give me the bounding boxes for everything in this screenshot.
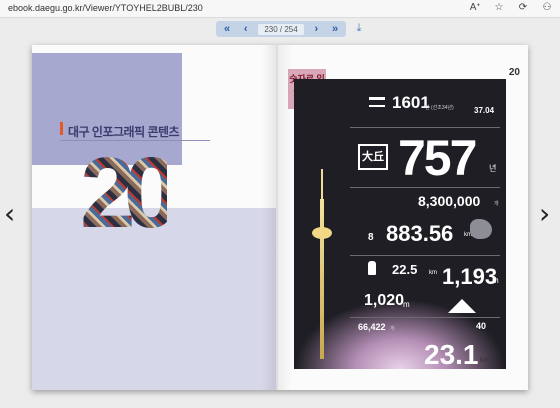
stat-temp: 37.04 xyxy=(474,106,495,115)
browser-extension-icon[interactable]: ⟳ xyxy=(516,2,530,13)
divider xyxy=(350,187,500,188)
divider xyxy=(350,127,500,128)
last-page-button[interactable]: » xyxy=(329,22,341,36)
stat-altitude-unit: m xyxy=(403,300,410,309)
tower-illustration xyxy=(312,169,332,359)
stat-distance: 23.1 xyxy=(424,339,479,369)
photo-collage-number: 20 xyxy=(80,137,179,249)
tower-observatory xyxy=(312,227,332,239)
stat-visitors: 8,300,000 xyxy=(418,193,481,209)
hanok-icon xyxy=(369,97,385,107)
stat-count40: 40 xyxy=(476,321,487,331)
stat-count-66422: 66,422 xyxy=(358,322,386,332)
stat-count-66422-unit: 개 xyxy=(390,326,395,332)
download-icon[interactable]: ⤓ xyxy=(353,22,365,36)
next-page-button[interactable]: › xyxy=(310,22,322,36)
side-prev-arrow[interactable]: ‹ xyxy=(4,200,15,228)
prev-page-button[interactable]: ‹ xyxy=(240,22,252,36)
favorite-star-icon[interactable]: ☆ xyxy=(492,2,506,13)
browser-toolbar: ebook.daegu.go.kr/Viewer/YTOYHEL2BUBL/23… xyxy=(0,0,560,18)
stat-area: 883.56 xyxy=(386,221,454,246)
title-accent-bar xyxy=(60,122,63,135)
first-page-button[interactable]: « xyxy=(221,22,233,36)
stat-height-unit: m xyxy=(492,276,499,285)
daegu-stamp-icon: 大丘 xyxy=(358,144,388,170)
mountain-icon xyxy=(448,299,476,313)
stat-founding: 757 xyxy=(398,130,477,186)
stat-founding-unit: 년 xyxy=(489,164,497,173)
divider xyxy=(350,255,500,256)
divider xyxy=(350,317,500,318)
viewer-navigation: « ‹ 230 / 254 › » xyxy=(216,21,346,37)
corner-page-number: 20 xyxy=(508,67,520,78)
reader-mode-icon[interactable]: Aᐩ xyxy=(468,2,482,13)
stat-altitude: 1,020 xyxy=(364,292,405,309)
lantern-icon xyxy=(368,261,376,275)
daegu-map-icon xyxy=(470,219,492,239)
stat-height: 1,193 xyxy=(442,264,498,289)
browser-actions: Aᐩ ☆ ⟳ ⚇ xyxy=(468,2,554,13)
tower-spire xyxy=(321,169,323,201)
address-bar[interactable]: ebook.daegu.go.kr/Viewer/YTOYHEL2BUBL/23… xyxy=(8,3,203,13)
tower-shaft xyxy=(320,199,324,359)
page-indicator[interactable]: 230 / 254 xyxy=(258,23,304,35)
cover-block-white xyxy=(182,53,276,165)
side-next-arrow[interactable]: › xyxy=(539,200,550,228)
stat-year-unit: 년 (선조34년) xyxy=(425,105,454,111)
left-page[interactable]: 대구 인포그래픽 콘텐츠 20 xyxy=(32,45,276,390)
stat-visitors-unit: 개 xyxy=(494,201,499,207)
ebook-spread: 대구 인포그래픽 콘텐츠 20 숫자로 읽는 대구 20 1601 년 (선조3… xyxy=(32,45,528,390)
stat-count8: 8 xyxy=(368,232,374,243)
stat-small-unit: km xyxy=(429,270,437,276)
stat-distance-unit: km xyxy=(480,357,490,364)
infographic-panel: 1601 년 (선조34년) 37.04 大丘 757 년 8,300,000 … xyxy=(294,79,506,369)
right-page[interactable]: 숫자로 읽는 대구 20 1601 년 (선조34년) 37.04 大丘 757… xyxy=(276,45,528,390)
stat-small: 22.5 xyxy=(392,262,418,277)
profile-icon[interactable]: ⚇ xyxy=(540,2,554,13)
